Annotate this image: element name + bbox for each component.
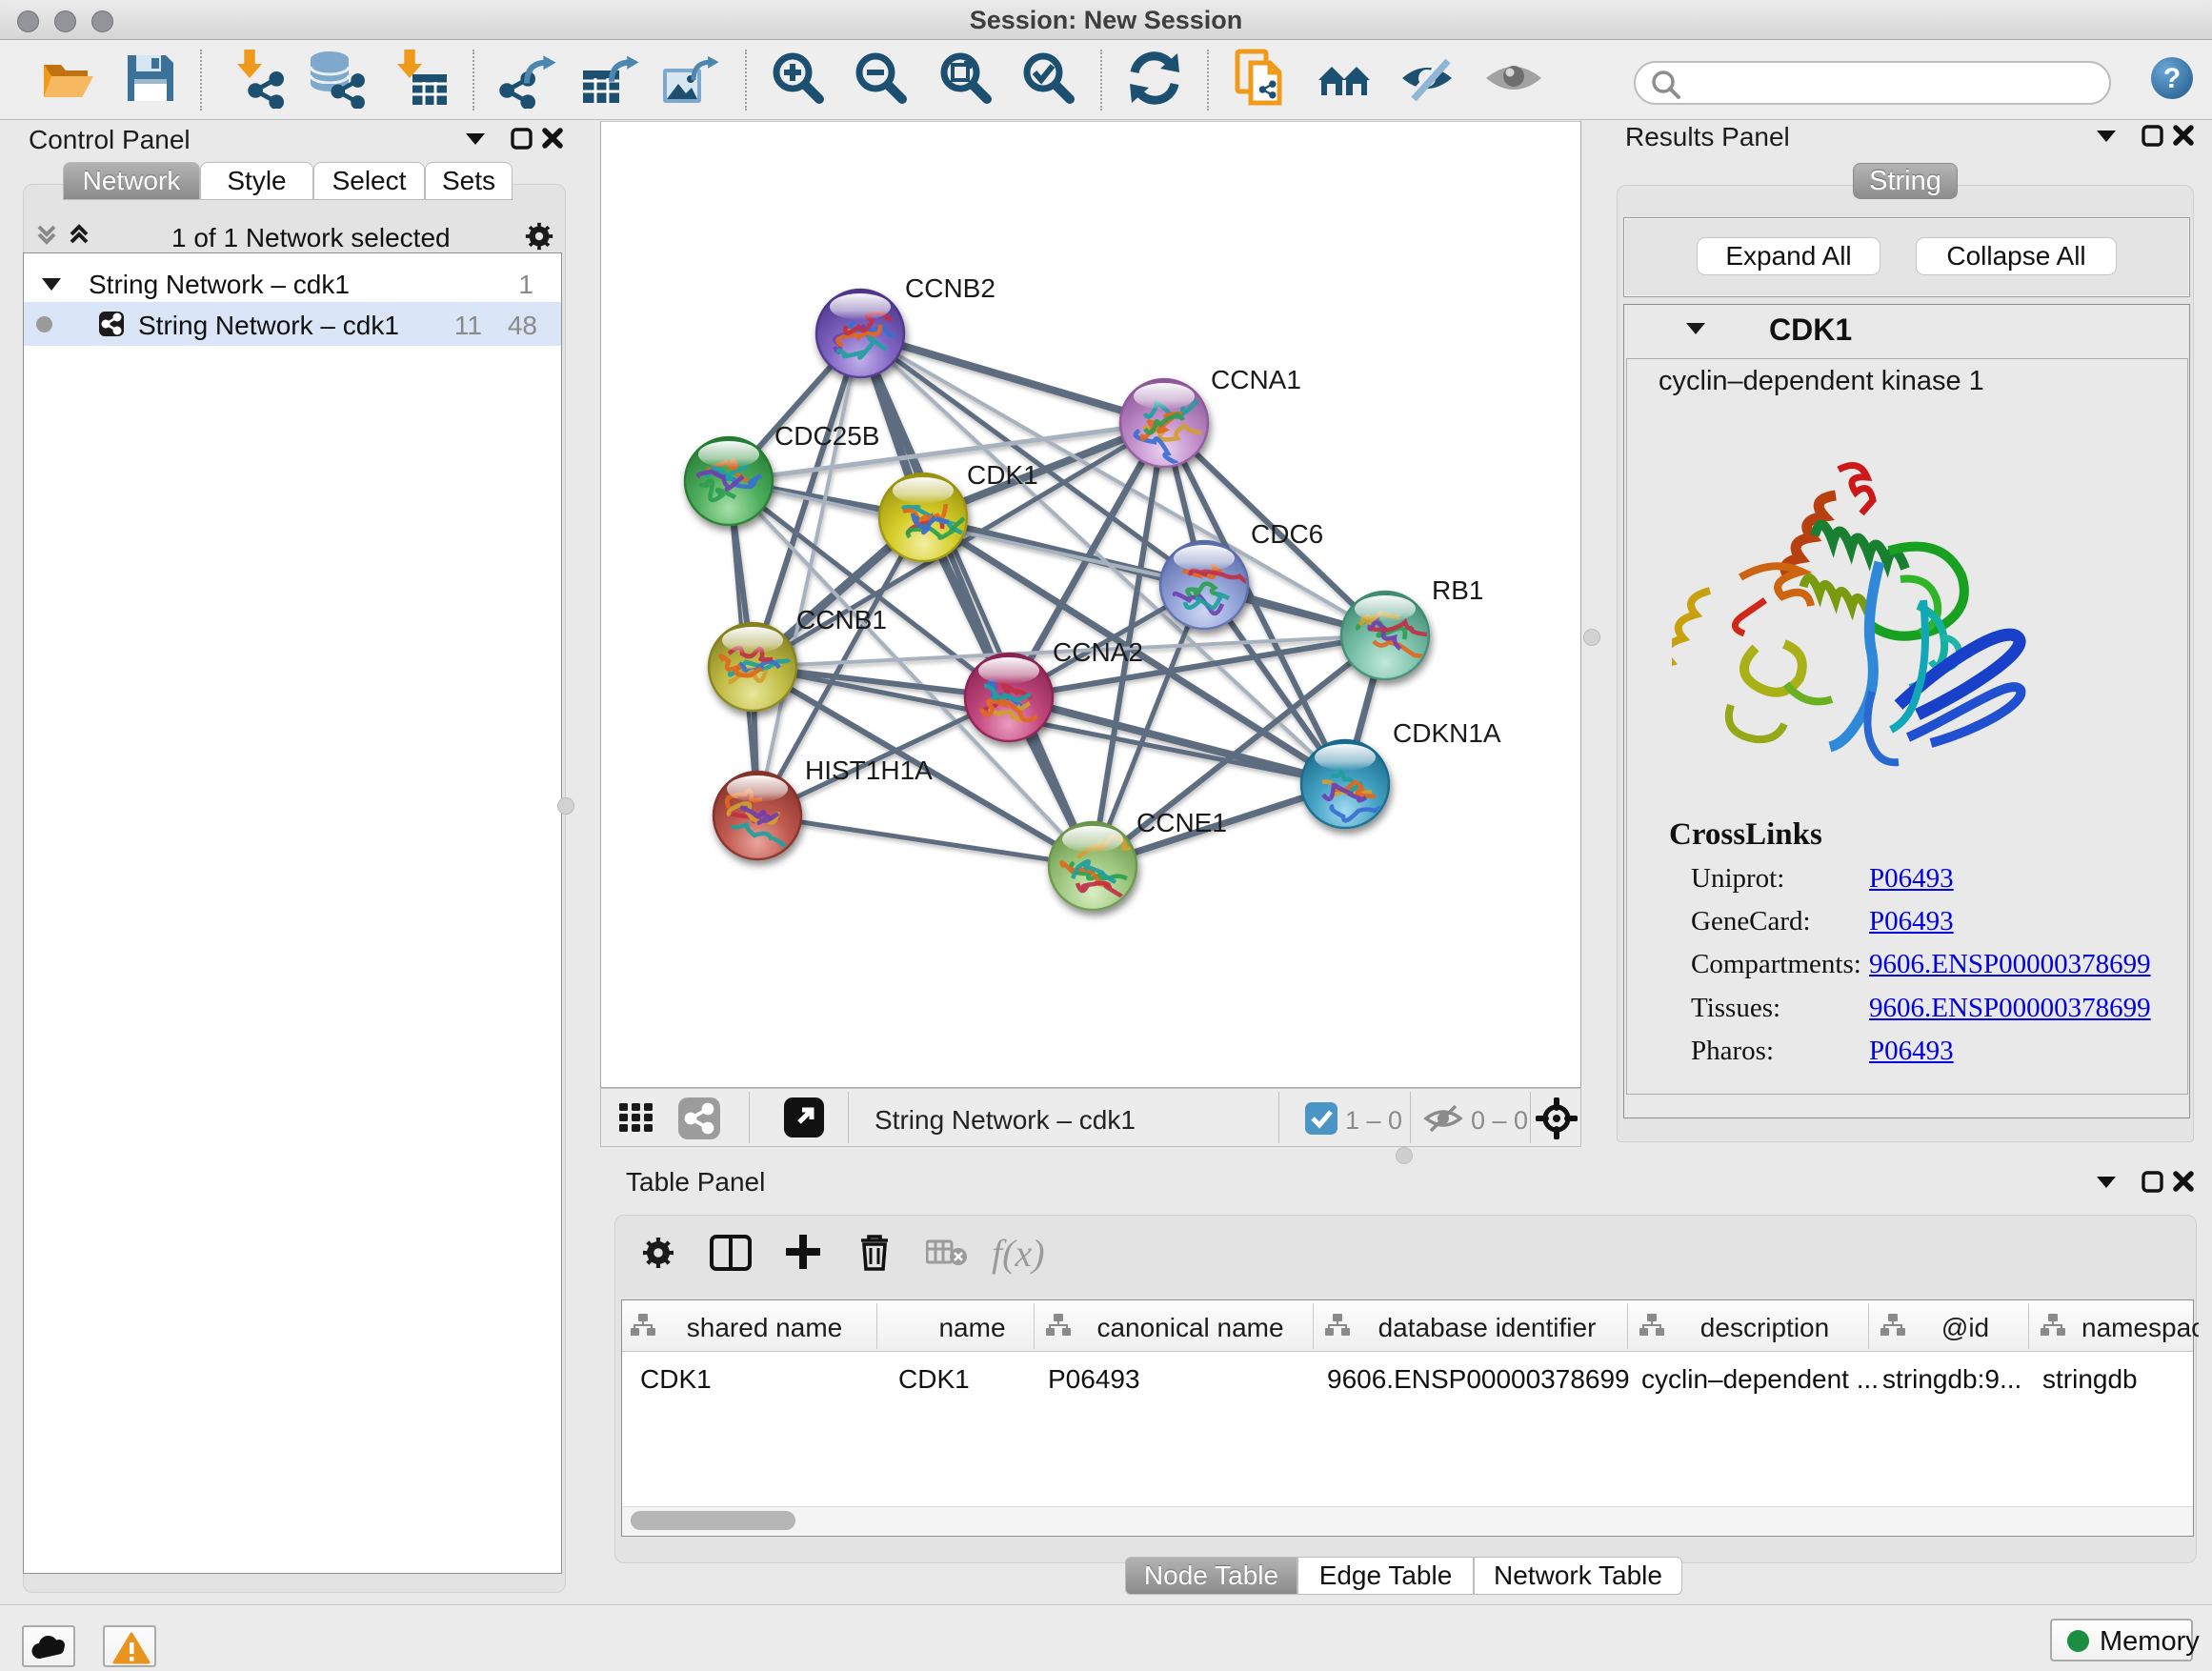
- svg-text:CDK1: CDK1: [967, 460, 1038, 490]
- svg-text:CCNB1: CCNB1: [796, 605, 887, 634]
- svg-text:CCNA1: CCNA1: [1211, 365, 1301, 394]
- svg-text:RB1: RB1: [1432, 575, 1483, 605]
- svg-text:CDC6: CDC6: [1251, 519, 1323, 549]
- svg-text:CCNA2: CCNA2: [1053, 637, 1143, 667]
- svg-text:?: ?: [2163, 63, 2181, 94]
- svg-text:HIST1H1A: HIST1H1A: [805, 755, 933, 785]
- svg-text:CDKN1A: CDKN1A: [1393, 718, 1501, 748]
- svg-text:CCNB2: CCNB2: [905, 273, 995, 303]
- svg-text:CCNE1: CCNE1: [1136, 808, 1227, 837]
- svg-text:CDC25B: CDC25B: [774, 421, 879, 451]
